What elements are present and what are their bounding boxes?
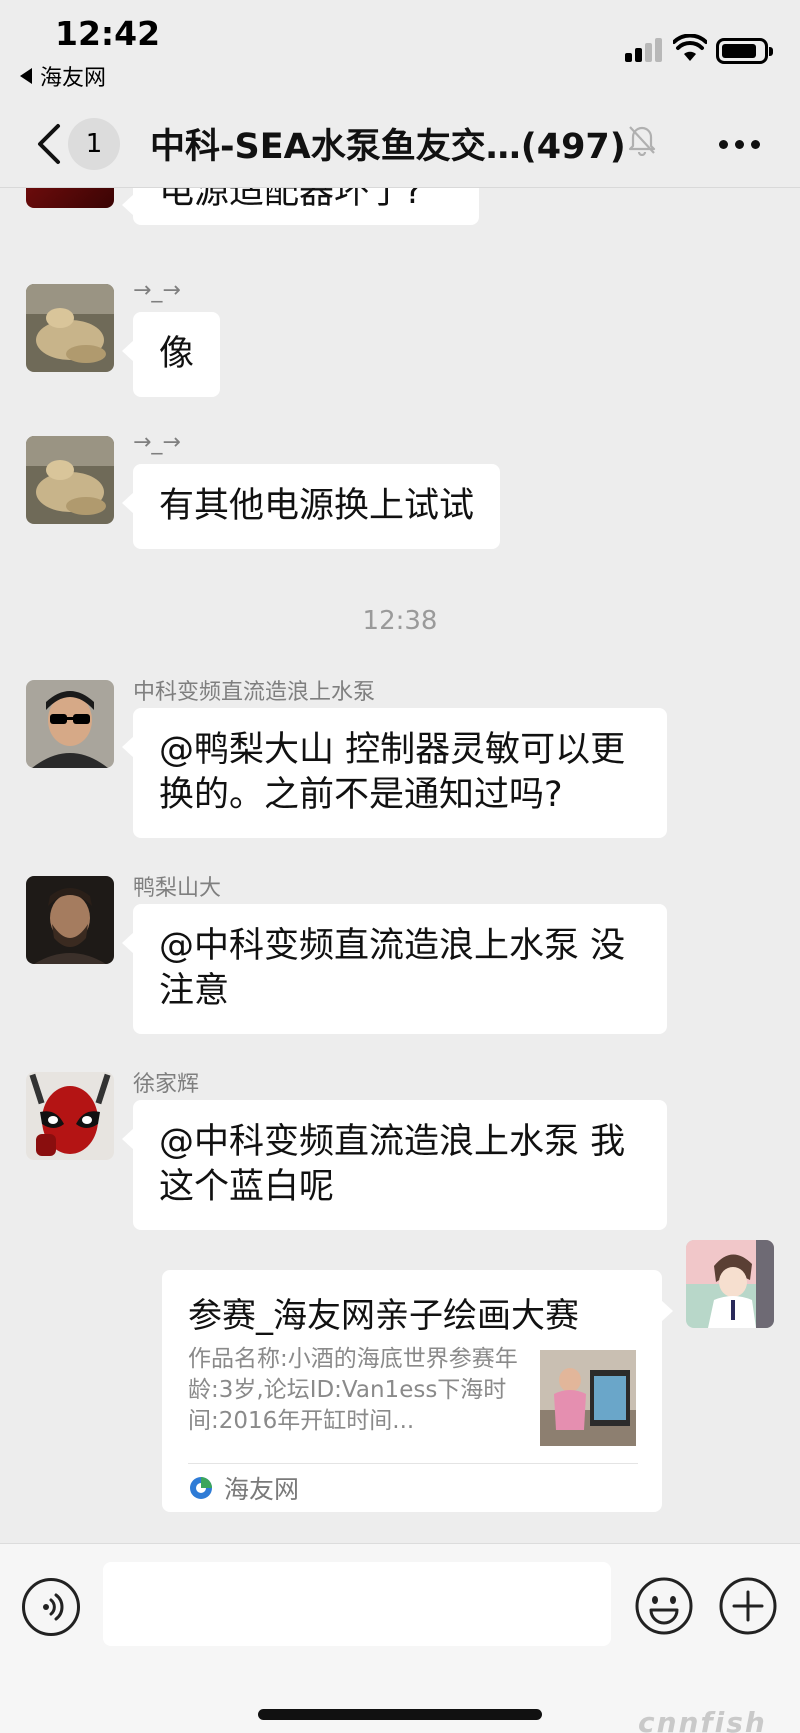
bearded-man-avatar-icon [26,876,114,964]
message-bubble[interactable]: @中科变频直流造浪上水泵 我这个蓝白呢 [122,1100,667,1230]
message-bubble[interactable]: 电源适配器坏了? [122,188,479,225]
message-list[interactable]: 电源适配器坏了? →_→ 像 →_→ 有其他电源换上试试 12:38 中科变频直… [0,188,800,1543]
avatar[interactable] [26,876,114,964]
dog-avatar-icon [26,284,114,372]
avatar[interactable] [26,188,114,208]
watermark: cnnfish [638,1706,767,1733]
message-bubble[interactable]: @鸭梨大山 控制器灵敏可以更换的。之前不是通知过吗? [122,708,667,838]
message-input[interactable] [103,1562,611,1646]
unread-count-badge[interactable]: 1 [68,118,120,170]
emoji-button[interactable] [634,1576,694,1636]
battery-icon [716,38,773,64]
wifi-icon [673,34,707,61]
sender-name: 鸭梨山大 [133,876,222,901]
link-card-source: 海友网 [224,1475,300,1504]
more-options-button[interactable] [715,130,765,158]
back-to-app-link[interactable]: 海友网 [20,60,106,92]
input-bar: cnnfish [0,1543,800,1733]
voice-wave-icon [43,1593,64,1621]
message-timestamp: 12:38 [362,606,438,636]
home-indicator [258,1709,542,1720]
avatar[interactable] [26,284,114,372]
add-more-button[interactable] [718,1576,778,1636]
avatar[interactable] [26,680,114,768]
chat-header: 1 中科-SEA水泵鱼友交…(497) [0,100,800,188]
sender-name: 徐家辉 [133,1072,200,1097]
back-chevron-icon[interactable] [32,122,66,166]
mute-bell-icon [628,126,656,156]
my-avatar[interactable] [686,1240,774,1328]
deadpool-avatar-icon [26,1072,114,1160]
link-card-description: 作品名称:小酒的海底世界参赛年龄:3岁,论坛ID:Van1ess下海时间:201… [188,1346,518,1434]
status-time: 12:42 [55,14,161,53]
message-bubble[interactable]: 像 [121,312,221,397]
man-sunglasses-avatar-icon [26,680,114,768]
back-triangle-icon [20,68,32,84]
link-card-title: 参赛_海友网亲子绘画大赛 [188,1296,579,1336]
status-bar: 12:42 海友网 [0,0,800,100]
source-logo-icon [190,1477,212,1499]
message-bubble[interactable]: 有其他电源换上试试 [121,464,501,549]
sender-name: →_→ [133,430,181,455]
sender-name: 中科变频直流造浪上水泵 [133,680,376,705]
avatar[interactable] [26,1072,114,1160]
voice-input-button[interactable] [22,1578,80,1636]
dog-avatar-icon [26,436,114,524]
sender-name: →_→ [133,278,181,303]
link-card[interactable]: 参赛_海友网亲子绘画大赛 作品名称:小酒的海底世界参赛年龄:3岁,论坛ID:Va… [162,1270,673,1512]
message-bubble[interactable]: @中科变频直流造浪上水泵 没注意 [122,904,667,1034]
link-card-divider [188,1463,638,1464]
chat-title: 中科-SEA水泵鱼友交…(497) [150,127,626,167]
link-card-thumbnail [540,1350,636,1446]
back-app-label: 海友网 [40,66,107,91]
avatar[interactable] [26,436,114,524]
anime-boy-avatar-icon [686,1240,774,1328]
cellular-signal-icon [625,38,665,62]
